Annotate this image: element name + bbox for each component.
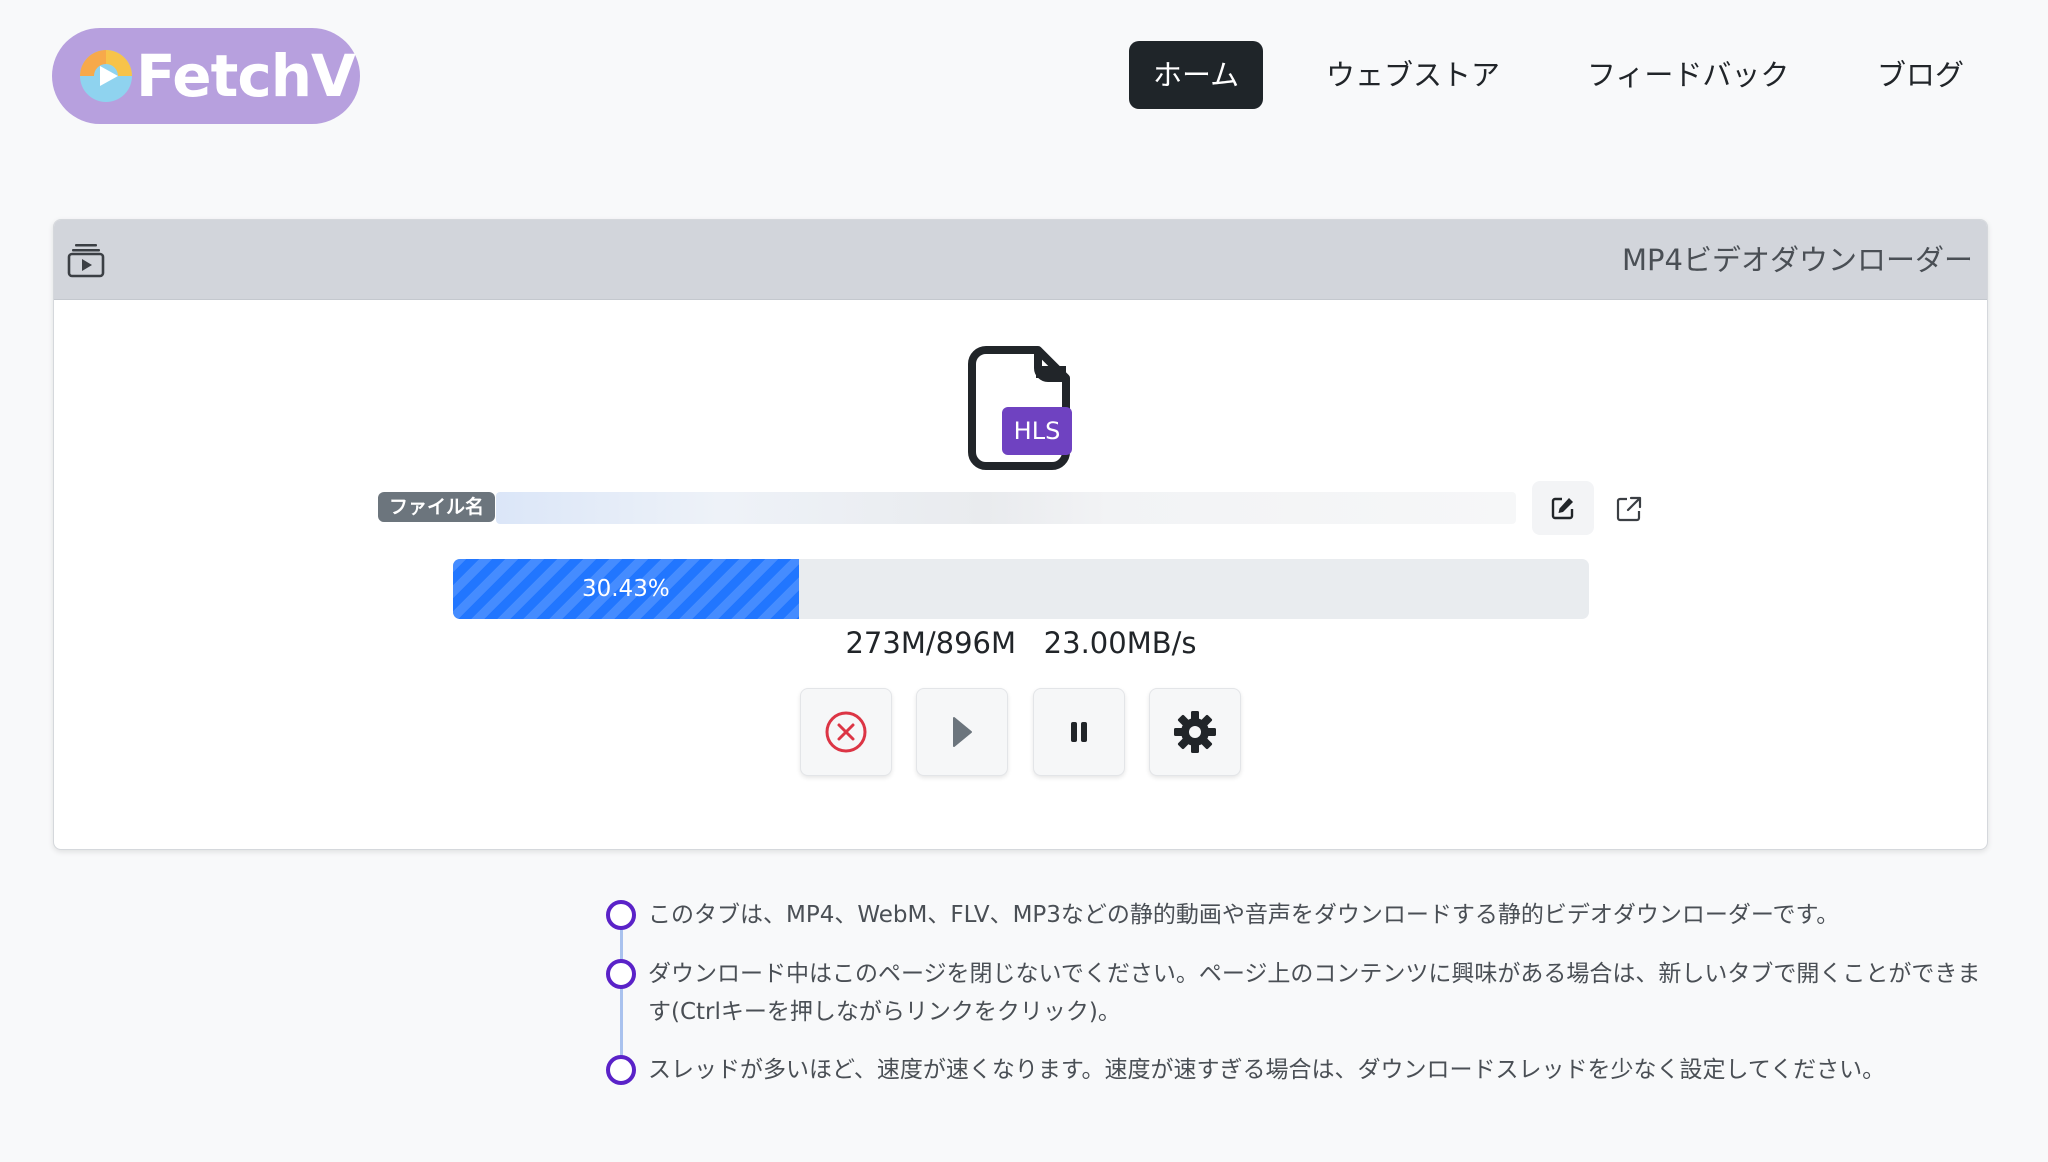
pause-button[interactable] — [1033, 688, 1125, 776]
note-text: ダウンロード中はこのページを閉じないでください。ページ上のコンテンツに興味がある… — [648, 961, 1981, 1025]
card-title: MP4ビデオダウンローダー — [1622, 243, 1973, 277]
playlist-play-icon — [67, 244, 105, 278]
nav-home[interactable]: ホーム — [1129, 41, 1264, 109]
note-text: このタブは、MP4、WebM、FLV、MP3などの静的動画や音声をダウンロードす… — [648, 902, 1840, 928]
info-timeline: このタブは、MP4、WebM、FLV、MP3などの静的動画や音声をダウンロードす… — [606, 896, 2006, 1096]
page: FetchV ホーム ウェブストア フィードバック ブログ MP4ビデオダウンロ… — [0, 0, 2048, 1162]
nav-feedback[interactable]: フィードバック — [1587, 41, 1789, 109]
edit-filename-button[interactable] — [1532, 481, 1594, 535]
filename-label: ファイル名 — [378, 492, 496, 522]
timeline-line — [620, 914, 623, 1074]
downloader-card: MP4ビデオダウンローダー HLS ファイル名 30.43% 273M/896M… — [53, 219, 1988, 850]
edit-icon — [1551, 497, 1574, 520]
top-nav: ホーム ウェブストア フィードバック ブログ — [0, 41, 2048, 109]
card-header: MP4ビデオダウンローダー — [54, 220, 1987, 300]
download-progress: 30.43% — [453, 559, 1589, 619]
nav-webstore[interactable]: ウェブストア — [1326, 41, 1500, 109]
note-text: スレッドが多いほど、速度が速くなります。速度が速すぎる場合は、ダウンロードスレッ… — [648, 1057, 1886, 1083]
download-speed: 23.00MB/s — [1043, 626, 1197, 660]
settings-button[interactable] — [1149, 688, 1241, 776]
file-type-badge: HLS — [1002, 407, 1072, 455]
cancel-button[interactable] — [800, 688, 892, 776]
download-stats: 273M/896M 23.00MB/s — [453, 623, 1589, 663]
downloaded-size: 273M/896M — [845, 626, 1017, 660]
pause-icon — [1071, 722, 1087, 742]
filename-field[interactable] — [496, 492, 1516, 524]
play-icon — [953, 717, 972, 747]
cancel-circle-icon — [825, 711, 867, 753]
timeline-dot-icon — [606, 959, 636, 989]
play-button[interactable] — [916, 688, 1008, 776]
gear-icon — [1174, 711, 1216, 753]
external-link-icon[interactable] — [1614, 494, 1644, 524]
nav-blog[interactable]: ブログ — [1877, 41, 1964, 109]
progress-bar-fill: 30.43% — [453, 559, 799, 619]
timeline-dot-icon — [606, 900, 636, 930]
timeline-dot-icon — [606, 1055, 636, 1085]
